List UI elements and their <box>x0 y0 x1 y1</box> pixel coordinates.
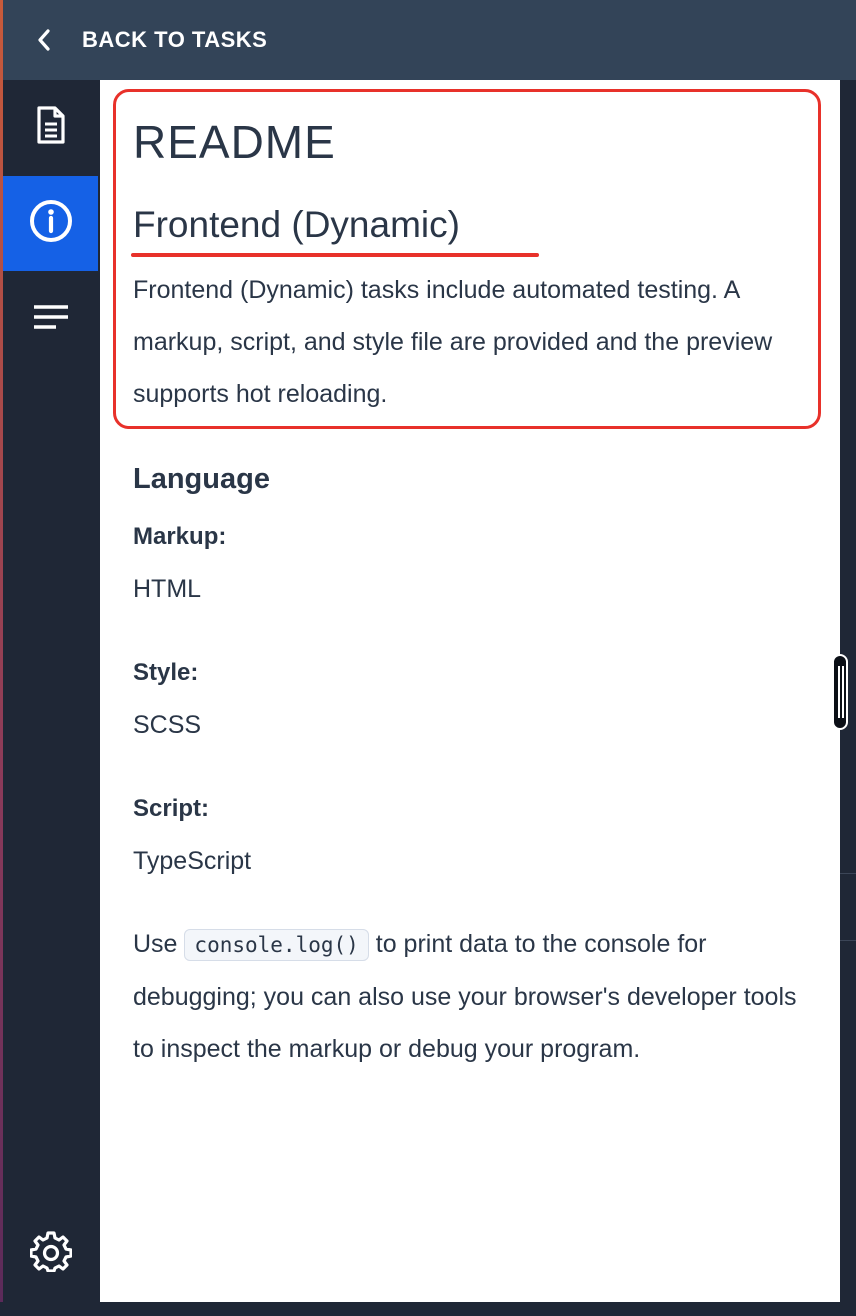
info-circle-icon <box>28 198 74 249</box>
divider <box>840 873 856 874</box>
markup-label: Markup: <box>133 523 227 550</box>
readme-intro: Frontend (Dynamic) tasks include automat… <box>133 276 773 408</box>
language-heading: Language <box>133 463 270 495</box>
inline-code: console.log() <box>184 929 369 961</box>
panel-resize-handle[interactable] <box>832 654 848 730</box>
style-value: SCSS <box>133 711 202 739</box>
chevron-left-icon[interactable] <box>36 28 52 52</box>
debug-prefix: Use <box>133 930 178 958</box>
readme-subtitle: Frontend (Dynamic) <box>133 204 460 245</box>
lines-menu-icon <box>32 303 70 336</box>
script-label: Script: <box>133 795 210 822</box>
back-to-tasks-link[interactable]: BACK TO TASKS <box>82 27 267 53</box>
page-title: README <box>133 116 336 168</box>
settings-button[interactable] <box>3 1206 98 1301</box>
markup-value: HTML <box>133 575 202 603</box>
sidebar-item-document[interactable] <box>3 80 98 175</box>
divider <box>840 940 856 941</box>
sidebar-item-outline[interactable] <box>3 272 98 367</box>
gear-icon <box>28 1230 73 1277</box>
bottom-bar <box>0 1302 856 1316</box>
document-icon <box>34 105 68 150</box>
script-value: TypeScript <box>133 847 252 875</box>
sidebar-rail <box>3 80 98 1303</box>
subtitle-underline <box>131 253 539 257</box>
style-label: Style: <box>133 659 199 686</box>
debug-paragraph: Use console.log() to print data to the c… <box>133 918 823 1075</box>
sidebar-item-info[interactable] <box>3 176 98 271</box>
top-bar: BACK TO TASKS <box>3 0 856 80</box>
